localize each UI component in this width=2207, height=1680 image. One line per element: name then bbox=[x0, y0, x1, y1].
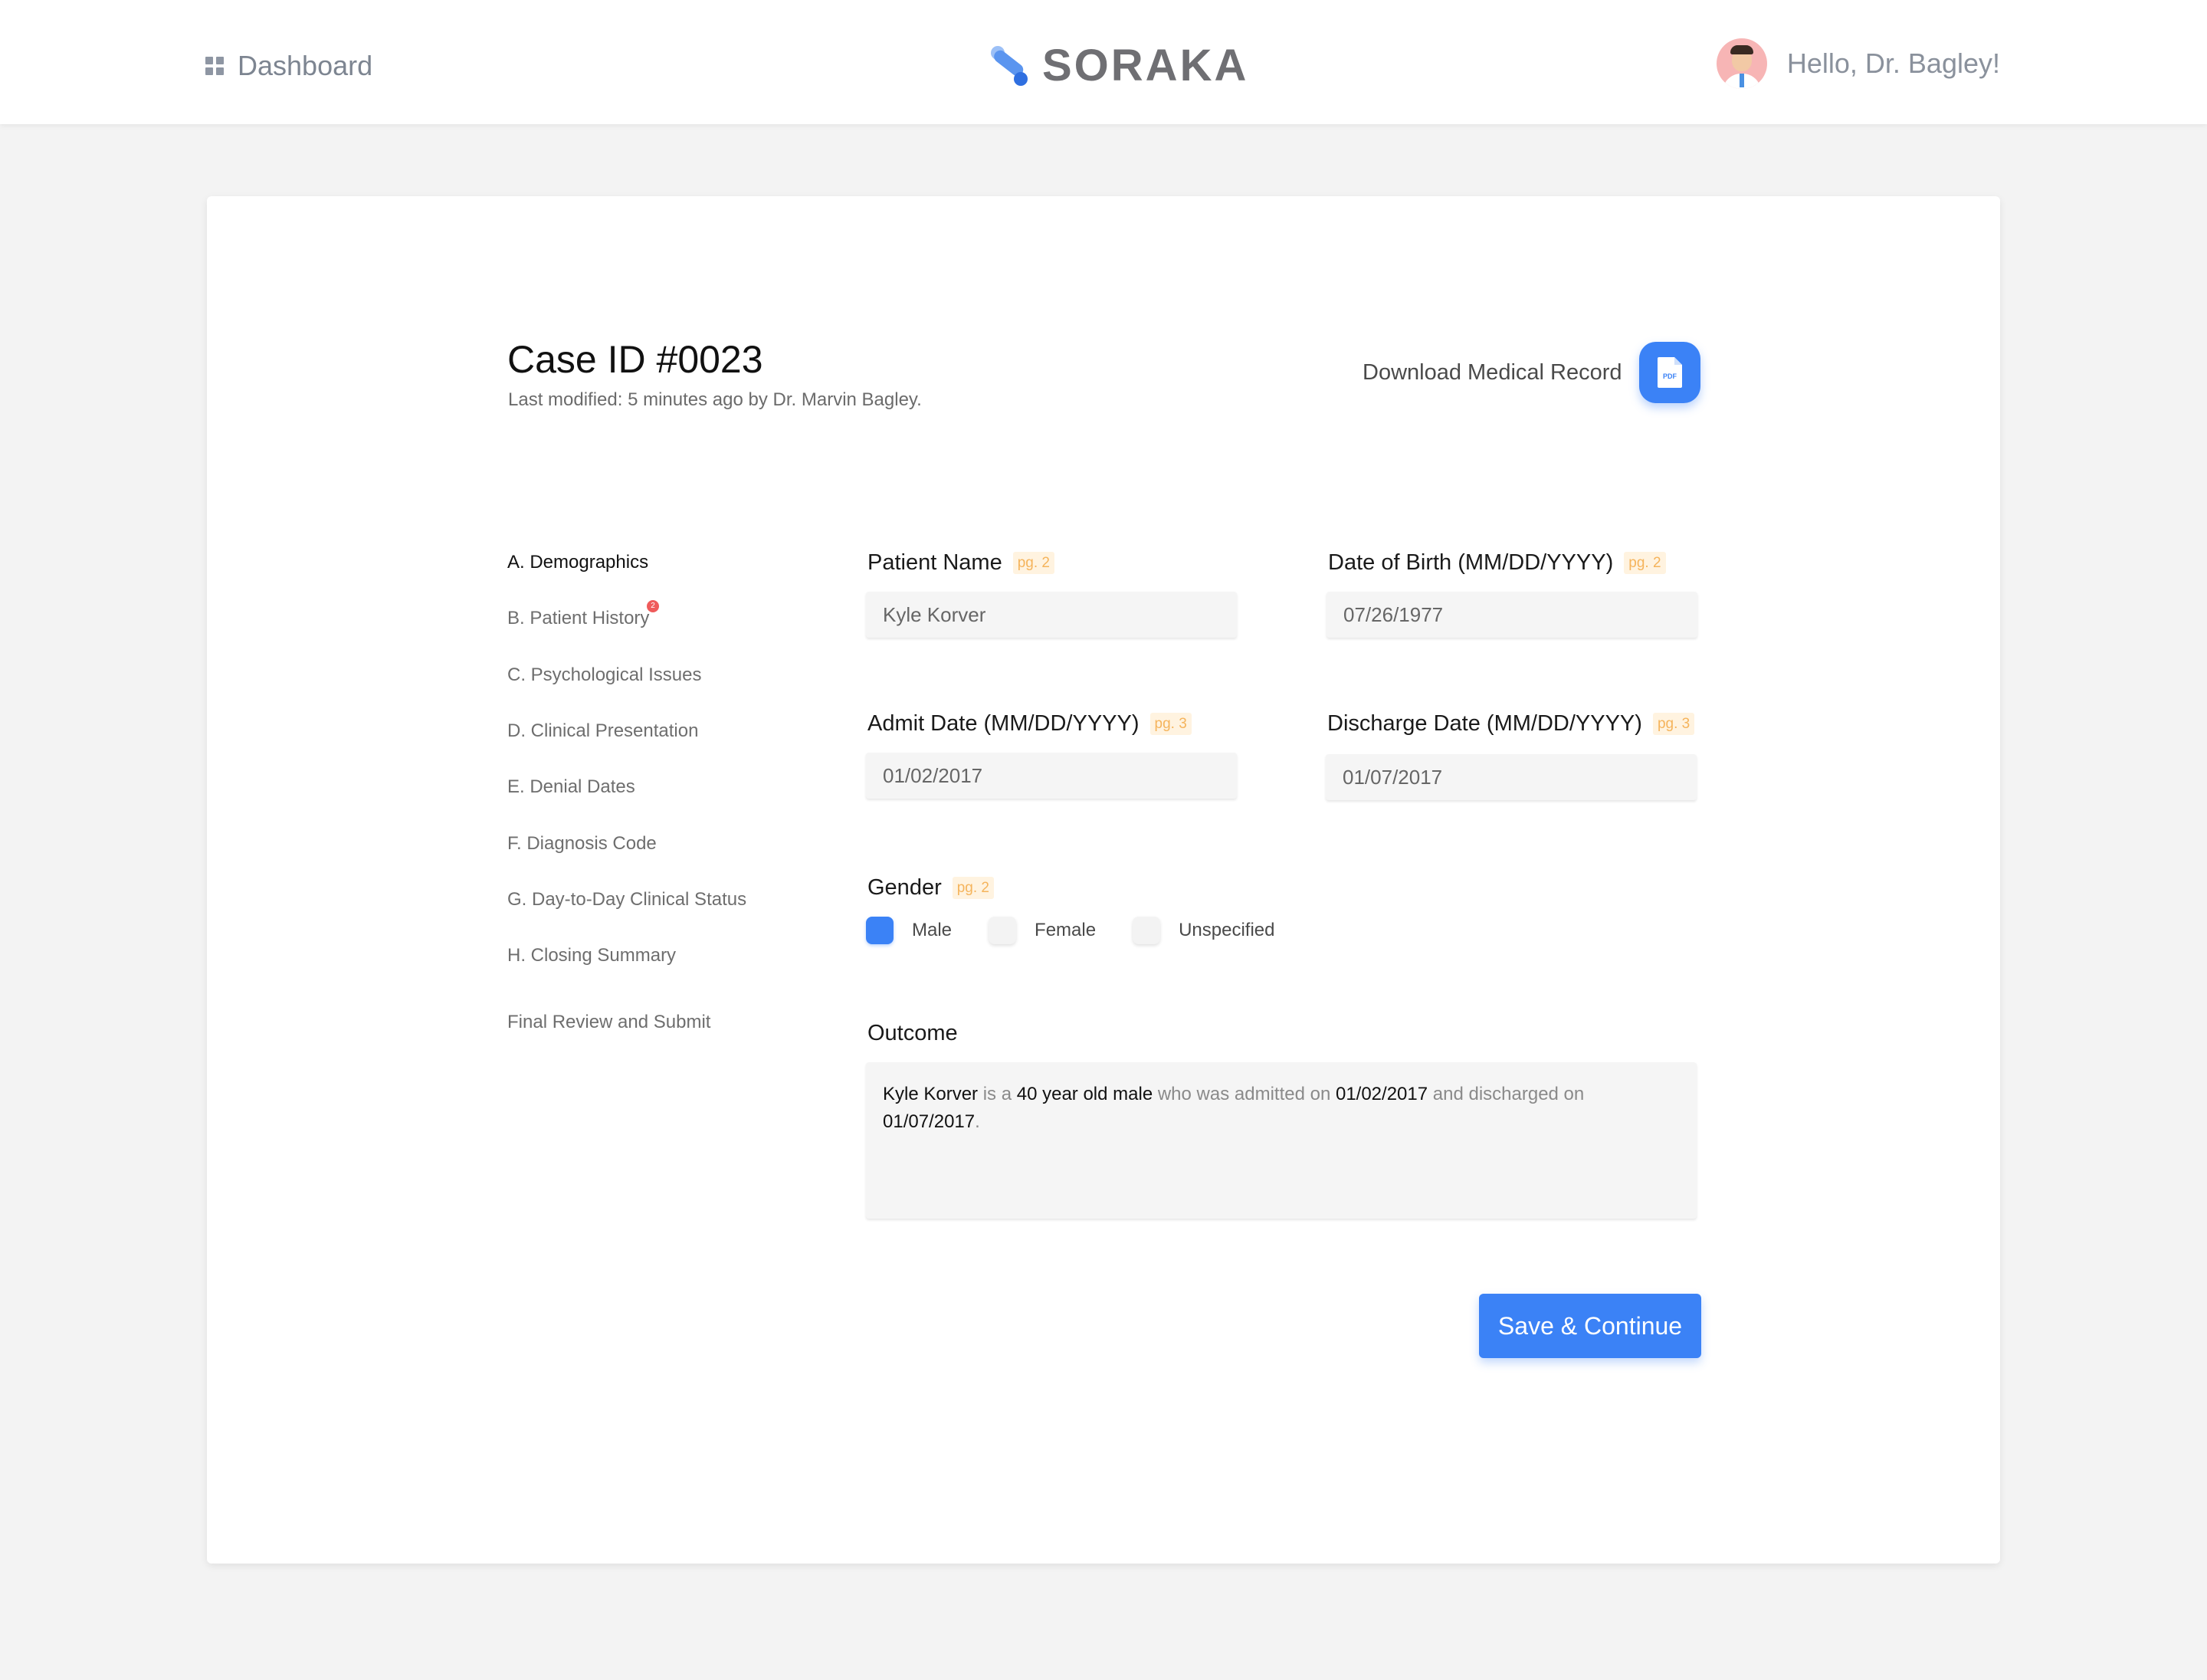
save-continue-button[interactable]: Save & Continue bbox=[1479, 1294, 1701, 1358]
user-greeting: Hello, Dr. Bagley! bbox=[1786, 48, 2000, 79]
gender-label: Gender pg. 2 bbox=[867, 875, 994, 901]
nav-item-denial-dates[interactable]: E. Denial Dates bbox=[507, 776, 635, 798]
gender-option-unspecified[interactable]: Unspecified bbox=[1133, 917, 1274, 944]
download-label: Download Medical Record bbox=[1363, 359, 1622, 385]
nav-item-closing-summary[interactable]: H. Closing Summary bbox=[507, 945, 676, 966]
admit-date-input[interactable] bbox=[866, 753, 1237, 799]
page-reference-badge[interactable]: pg. 2 bbox=[1012, 552, 1054, 574]
dashboard-label: Dashboard bbox=[238, 50, 373, 81]
gender-option-female[interactable]: Female bbox=[989, 917, 1096, 944]
nav-item-demographics[interactable]: A. Demographics bbox=[507, 552, 648, 573]
patient-name-input[interactable] bbox=[866, 592, 1237, 638]
radio-checked[interactable] bbox=[866, 917, 894, 944]
brand-logo: SORAKA bbox=[987, 40, 1248, 91]
download-pdf-button[interactable]: PDF bbox=[1638, 342, 1700, 403]
patient-name-label: Patient Name pg. 2 bbox=[867, 550, 1054, 576]
page-reference-badge[interactable]: pg. 2 bbox=[952, 877, 994, 899]
nav-item-patient-history[interactable]: B. Patient History 2 bbox=[507, 600, 659, 629]
admit-date-label: Admit Date (MM/DD/YYYY) pg. 3 bbox=[867, 711, 1192, 737]
nav-item-label: G. Day-to-Day Clinical Status bbox=[507, 889, 747, 910]
nav-item-label: Final Review and Submit bbox=[507, 1012, 711, 1032]
nav-item-label: C. Psychological Issues bbox=[507, 664, 702, 685]
gender-option-male[interactable]: Male bbox=[866, 917, 952, 944]
page-reference-badge[interactable]: pg. 2 bbox=[1624, 552, 1666, 574]
nav-item-clinical-presentation[interactable]: D. Clinical Presentation bbox=[507, 720, 698, 742]
outcome-label: Outcome bbox=[867, 1021, 958, 1045]
pdf-file-icon: PDF bbox=[1657, 357, 1682, 388]
soraka-logo-icon bbox=[991, 45, 1028, 86]
nav-item-label: D. Clinical Presentation bbox=[507, 720, 699, 741]
nav-item-diagnosis-code[interactable]: F. Diagnosis Code bbox=[507, 833, 657, 855]
brand-name: SORAKA bbox=[1042, 41, 1249, 90]
download-medical-record[interactable]: Download Medical Record PDF bbox=[1363, 342, 1700, 403]
case-card: Case ID #0023 Last modified: 5 minutes a… bbox=[207, 196, 2000, 1564]
top-navbar: Dashboard SORAKA Hello, Dr. Bagley! bbox=[0, 0, 2207, 124]
radio-unchecked[interactable] bbox=[989, 917, 1017, 944]
page-title: Case ID #0023 bbox=[507, 338, 763, 381]
dob-input[interactable] bbox=[1326, 592, 1697, 638]
outcome-textarea[interactable]: Kyle Korver is a 40 year old male who wa… bbox=[866, 1062, 1697, 1219]
grid-icon bbox=[205, 57, 224, 75]
nav-item-label: H. Closing Summary bbox=[507, 945, 677, 966]
notification-badge: 2 bbox=[647, 600, 659, 612]
nav-item-psychological-issues[interactable]: C. Psychological Issues bbox=[507, 664, 701, 686]
nav-item-label: A. Demographics bbox=[507, 552, 649, 573]
nav-item-label: B. Patient History bbox=[507, 608, 650, 628]
user-menu[interactable]: Hello, Dr. Bagley! bbox=[1716, 38, 2000, 89]
discharge-date-input[interactable] bbox=[1326, 754, 1697, 800]
nav-item-label: E. Denial Dates bbox=[507, 776, 635, 797]
nav-item-label: F. Diagnosis Code bbox=[507, 833, 657, 854]
dashboard-link[interactable]: Dashboard bbox=[205, 48, 372, 84]
page-reference-badge[interactable]: pg. 3 bbox=[1652, 713, 1695, 735]
avatar[interactable] bbox=[1716, 38, 1767, 89]
page-reference-badge[interactable]: pg. 3 bbox=[1149, 713, 1192, 735]
nav-item-day-to-day-status[interactable]: G. Day-to-Day Clinical Status bbox=[507, 889, 746, 911]
dob-label: Date of Birth (MM/DD/YYYY) pg. 2 bbox=[1328, 550, 1666, 576]
radio-unchecked[interactable] bbox=[1133, 917, 1161, 944]
discharge-date-label: Discharge Date (MM/DD/YYYY) pg. 3 bbox=[1327, 711, 1695, 737]
svg-text:PDF: PDF bbox=[1663, 372, 1677, 380]
last-modified-text: Last modified: 5 minutes ago by Dr. Marv… bbox=[508, 389, 922, 410]
gender-radio-group: Male Female Unspecified bbox=[866, 917, 1311, 944]
nav-item-final-review[interactable]: Final Review and Submit bbox=[507, 1012, 710, 1033]
